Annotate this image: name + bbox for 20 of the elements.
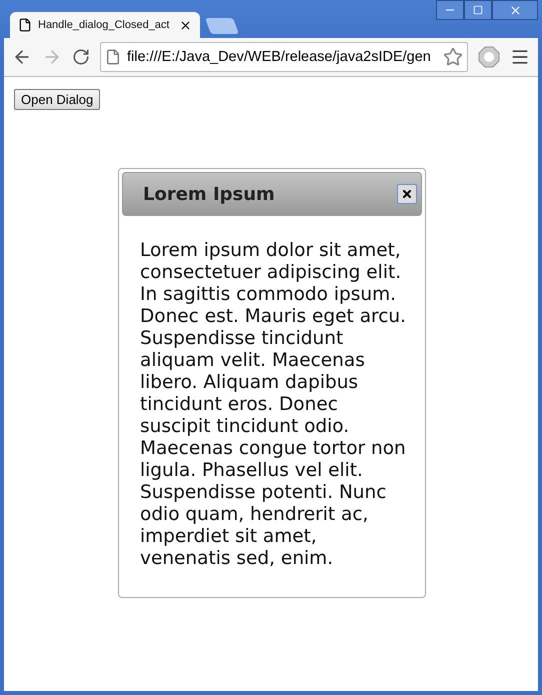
- tab-title: Handle_dialog_Closed_act: [38, 19, 170, 31]
- open-dialog-button[interactable]: Open Dialog: [14, 89, 100, 110]
- new-tab-button[interactable]: [205, 18, 239, 34]
- close-icon[interactable]: [179, 18, 192, 32]
- page-icon: [105, 49, 121, 65]
- address-text: file:///E:/Java_Dev/WEB/release/java2sIDE/gen: [127, 49, 432, 65]
- address-bar[interactable]: file:///E:/Java_Dev/WEB/release/java2sIDE/gen: [100, 42, 468, 72]
- page-icon: [18, 18, 32, 32]
- maximize-icon: [473, 5, 483, 15]
- close-button[interactable]: [397, 184, 417, 204]
- maximize-button[interactable]: [464, 0, 492, 20]
- close-icon: [508, 4, 522, 16]
- star-icon[interactable]: [443, 47, 463, 67]
- close-window-button[interactable]: [492, 0, 538, 20]
- browser-tab[interactable]: Handle_dialog_Closed_act: [10, 12, 200, 38]
- dialog-text: Lorem ipsum dolor sit amet, consectetuer adipiscing elit. In sagittis commodo ipsum. Donec est. Mauris eget arcu. Suspendisse tincidunt aliquam velit. Maecenas libero. Aliquam dapibus tincidunt eros. Donec suscipit tincidunt odio. Maecenas congue tortor non ligula. Phasellus vel elit. Suspendisse potenti. Nunc odio quam, hendrerit ac, imperdiet sit amet, venenatis sed, enim.: [140, 240, 408, 570]
- dialog-title: Lorem Ipsum: [143, 184, 275, 204]
- reload-icon[interactable]: [72, 48, 90, 66]
- extension-icon[interactable]: [478, 46, 500, 68]
- close-icon: [401, 188, 413, 200]
